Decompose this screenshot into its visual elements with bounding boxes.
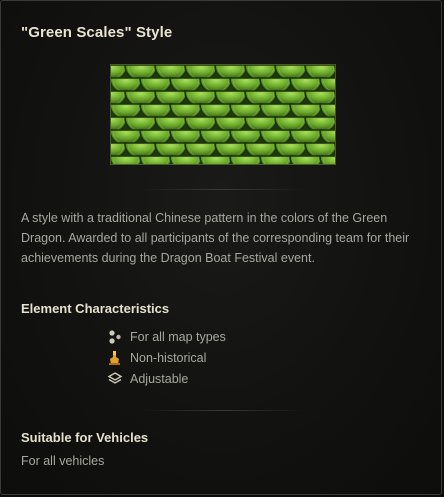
style-preview-image bbox=[110, 64, 336, 165]
characteristic-all-map-types: For all map types bbox=[107, 326, 226, 347]
characteristic-label: Non-historical bbox=[130, 350, 207, 365]
non-historical-icon bbox=[107, 350, 123, 366]
element-characteristics-list: For all map types Non-historical Adjusta… bbox=[107, 326, 226, 389]
suitable-for-vehicles-heading: Suitable for Vehicles bbox=[21, 430, 149, 445]
characteristic-label: For all map types bbox=[130, 329, 226, 344]
adjustable-icon bbox=[107, 371, 123, 387]
style-tooltip-panel: "Green Scales" Style A style with a trad… bbox=[0, 0, 442, 495]
suitable-vehicles-value: For all vehicles bbox=[21, 454, 105, 468]
characteristic-adjustable: Adjustable bbox=[107, 368, 226, 389]
divider-top bbox=[141, 189, 305, 190]
divider-bottom bbox=[141, 410, 305, 411]
characteristic-non-historical: Non-historical bbox=[107, 347, 226, 368]
green-scales-pattern bbox=[111, 65, 335, 164]
style-description: A style with a traditional Chinese patte… bbox=[21, 211, 410, 265]
element-characteristics-heading: Element Characteristics bbox=[21, 301, 170, 316]
style-title: "Green Scales" Style bbox=[21, 24, 173, 41]
all-map-types-icon bbox=[107, 329, 123, 345]
characteristic-label: Adjustable bbox=[130, 371, 189, 386]
